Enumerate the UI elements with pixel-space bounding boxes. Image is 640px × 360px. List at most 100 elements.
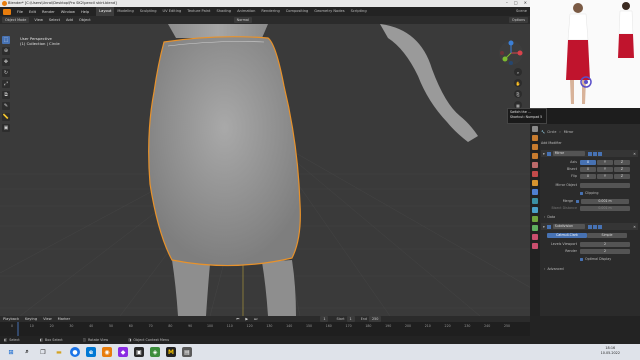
edit-mode-toggle-icon[interactable] [587,151,592,156]
playback-menu[interactable]: Playback [0,317,22,321]
orientation-dropdown[interactable]: Normal [233,17,252,23]
jump-end-icon[interactable]: ⏭ [251,317,260,321]
add-cube-tool-icon[interactable]: ▣ [2,124,10,132]
view-menu[interactable]: View [31,18,46,22]
flip-x-toggle[interactable]: X [580,173,596,179]
data-tab-icon[interactable] [532,225,538,231]
tab-scripting[interactable]: Scripting [348,7,370,16]
data-subpanel-chevron-icon[interactable]: › [544,215,545,219]
scene-tab-icon[interactable] [532,162,538,168]
tab-shading[interactable]: Shading [213,7,234,16]
merge-checkbox[interactable] [576,199,579,203]
blender-taskbar-icon[interactable]: ◉ [102,347,112,357]
play-icon[interactable]: ▶ [242,317,251,321]
tab-uv-editing[interactable]: UV Editing [160,7,185,16]
app-icon-2[interactable]: ▣ [134,347,144,357]
app-icon-3[interactable]: ◈ [150,347,160,357]
object-menu[interactable]: Object [76,18,94,22]
end-frame-field[interactable]: 250 [368,316,382,322]
output-tab-icon[interactable] [532,144,538,150]
search-icon[interactable]: ⌕ [22,347,32,357]
options-dropdown[interactable]: Options [508,17,528,23]
flip-y-toggle[interactable]: Y [597,173,613,179]
current-frame-field[interactable]: 1 [320,316,329,322]
mirror-name-field[interactable]: Mirror [552,151,585,156]
particles-tab-icon[interactable] [532,198,538,204]
jump-start-icon[interactable]: ⏮ [233,317,242,321]
constraints-tab-icon[interactable] [532,216,538,222]
scale-tool-icon[interactable]: ⤢ [2,80,10,88]
axis-x-toggle[interactable]: X [580,159,596,165]
chrome-icon[interactable]: ● [70,347,80,357]
clipping-checkbox[interactable] [580,191,583,195]
mirror-modifier-header[interactable]: ▾ Mirror ✕ [541,150,638,157]
axis-y-toggle[interactable]: Y [597,159,613,165]
bisect-distance-field[interactable]: 0.001 m [580,205,630,211]
tab-sculpting[interactable]: Sculpting [137,7,160,16]
file-explorer-icon[interactable]: ▬ [54,347,64,357]
move-tool-icon[interactable]: ✥ [2,58,10,66]
scene-selector[interactable]: Scene [513,7,530,16]
maximize-button[interactable]: □ [514,0,518,7]
object-tab-icon[interactable] [532,180,538,186]
menu-render[interactable]: Render [39,10,58,14]
marker-menu[interactable]: Marker [55,317,73,321]
merge-value-field[interactable]: 0.001 m [581,198,629,204]
skirt-mesh[interactable] [148,36,301,267]
subdivision-name-field[interactable]: Subdivision [552,224,585,229]
advanced-subpanel-chevron-icon[interactable]: › [544,267,545,271]
menu-file[interactable]: File [14,10,26,14]
menu-help[interactable]: Help [78,10,92,14]
start-frame-field[interactable]: 1 [346,316,355,322]
tab-layout[interactable]: Layout [96,7,115,16]
select-menu[interactable]: Select [46,18,63,22]
app-icon-4[interactable]: ▤ [182,347,192,357]
flip-z-toggle[interactable]: Z [614,173,630,179]
task-view-icon[interactable]: ❐ [38,347,48,357]
tab-rendering[interactable]: Rendering [258,7,282,16]
menu-edit[interactable]: Edit [26,10,39,14]
bisect-x-toggle[interactable]: X [580,166,596,172]
annotate-tool-icon[interactable]: ✎ [2,102,10,110]
tab-compositing[interactable]: Compositing [283,7,312,16]
add-modifier-button[interactable]: Add Modifier [541,141,562,145]
optimal-display-checkbox[interactable] [580,257,583,261]
system-clock[interactable]: 18:16 10.05.2022 [601,346,620,356]
zoom-icon[interactable]: ⌕ [514,68,522,76]
keying-menu[interactable]: Keying [22,317,40,321]
add-menu[interactable]: Add [63,18,76,22]
levels-viewport-field[interactable]: 2 [580,241,630,247]
minimize-button[interactable]: – [506,0,508,7]
material-tab-icon[interactable] [532,234,538,240]
render-toggle-icon[interactable] [597,224,602,229]
render-levels-field[interactable]: 2 [580,248,630,254]
collapse-chevron-icon[interactable]: ▾ [543,225,545,229]
rotate-tool-icon[interactable]: ↻ [2,69,10,77]
app-icon-m[interactable]: M [166,347,176,357]
pan-hand-icon[interactable]: ✋ [514,79,522,87]
tool-tab-icon[interactable] [532,126,538,132]
modifier-close-icon[interactable]: ✕ [633,152,636,156]
modifier-close-icon[interactable]: ✕ [633,225,636,229]
catmull-clark-tab[interactable]: Catmull-Clark [547,232,587,238]
edge-icon[interactable]: e [86,347,96,357]
measure-tool-icon[interactable]: 📏 [2,113,10,121]
modifier-tab-icon[interactable] [532,189,538,195]
tab-texture-paint[interactable]: Texture Paint [184,7,213,16]
select-tool-icon[interactable]: ⬚ [2,36,10,44]
navigation-gizmo[interactable] [498,40,524,66]
view-menu[interactable]: View [40,317,55,321]
texture-tab-icon[interactable] [532,243,538,249]
menu-window[interactable]: Window [58,10,78,14]
transform-tool-icon[interactable]: ⧉ [2,91,10,99]
mirror-object-field[interactable] [580,182,630,188]
bisect-z-toggle[interactable]: Z [614,166,630,172]
advanced-subpanel-label[interactable]: Advanced [547,267,563,271]
bisect-y-toggle[interactable]: Y [597,166,613,172]
axis-z-toggle[interactable]: Z [614,159,630,165]
subdivision-modifier-header[interactable]: ▾ Subdivision ✕ [541,223,638,230]
simple-tab[interactable]: Simple [587,232,627,238]
app-icon-1[interactable]: ◆ [118,347,128,357]
tab-animation[interactable]: Animation [234,7,258,16]
close-button[interactable]: ✕ [524,0,527,7]
